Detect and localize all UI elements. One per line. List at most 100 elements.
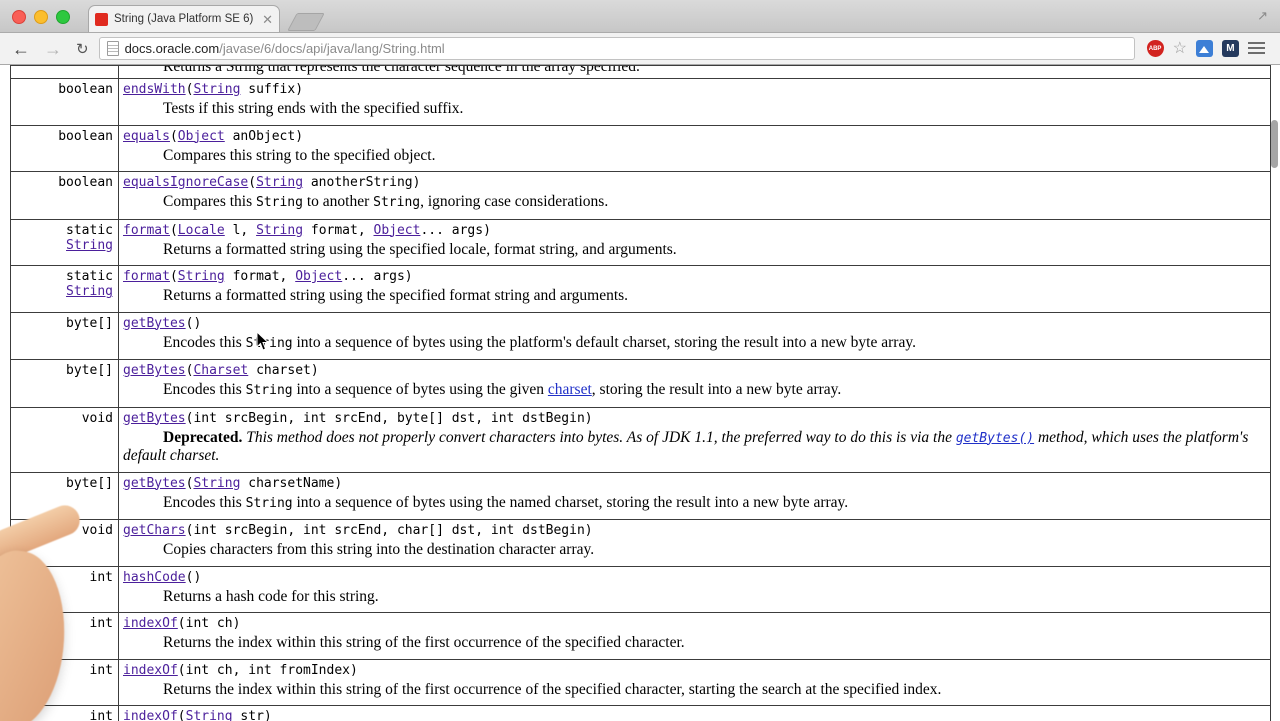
- text-segment: String: [373, 195, 420, 210]
- doc-link[interactable]: String: [256, 175, 303, 190]
- url-path: /javase/6/docs/api/java/lang/String.html: [219, 41, 444, 56]
- chrome-menu-icon[interactable]: [1248, 42, 1265, 55]
- minimize-window-button[interactable]: [34, 10, 48, 24]
- doc-link[interactable]: getBytes: [123, 316, 186, 331]
- doc-link[interactable]: indexOf: [123, 663, 178, 678]
- doc-link[interactable]: format: [123, 223, 170, 238]
- method-row: intindexOf(String str)Returns the index …: [11, 706, 1271, 721]
- tab-title: String (Java Platform SE 6): [114, 13, 256, 25]
- method-row: static Stringformat(String format, Objec…: [11, 266, 1271, 313]
- method-description: Copies characters from this string into …: [163, 541, 1264, 559]
- doc-link[interactable]: Charset: [193, 363, 248, 378]
- text-segment: str): [233, 709, 272, 721]
- text-segment: format,: [225, 269, 295, 284]
- text-segment: , ignoring case considerations.: [420, 193, 608, 210]
- text-segment: Encodes this: [163, 494, 246, 511]
- doc-link[interactable]: Object: [295, 269, 342, 284]
- adblock-icon[interactable]: ABP: [1147, 40, 1164, 57]
- bookmark-star-icon[interactable]: ☆: [1173, 41, 1187, 57]
- doc-link[interactable]: String: [186, 709, 233, 721]
- oracle-favicon-icon: [95, 13, 108, 26]
- method-summary-table: Returns a String that represents the cha…: [10, 65, 1271, 721]
- method-cell: indexOf(int ch, int fromIndex) Returns th…: [119, 659, 1271, 706]
- method-cell: getBytes(String charsetName)Encodes this…: [119, 472, 1271, 520]
- doc-link[interactable]: indexOf: [123, 616, 178, 631]
- text-segment: static: [66, 269, 121, 284]
- doc-link[interactable]: charset: [548, 381, 592, 398]
- doc-link[interactable]: getBytes: [123, 363, 186, 378]
- reload-button[interactable]: ↻: [72, 40, 93, 58]
- method-description: Compares this string to the specified ob…: [163, 147, 1264, 165]
- m-extension-icon[interactable]: M: [1222, 40, 1239, 57]
- method-signature: indexOf(int ch): [123, 615, 1264, 632]
- method-signature: getBytes(int srcBegin, int srcEnd, byte[…: [123, 410, 1264, 427]
- fullscreen-icon[interactable]: ↗: [1257, 8, 1268, 24]
- method-row: intindexOf(int ch, int fromIndex)Returns…: [11, 659, 1271, 706]
- text-segment: (: [178, 709, 186, 721]
- new-tab-button[interactable]: [287, 13, 325, 31]
- doc-link[interactable]: String: [178, 269, 225, 284]
- close-window-button[interactable]: [12, 10, 26, 24]
- method-cell: getChars(int srcBegin, int srcEnd, char[…: [119, 520, 1271, 567]
- text-segment: (: [170, 223, 178, 238]
- method-signature: getBytes(): [123, 315, 1264, 332]
- back-button[interactable]: ←: [8, 40, 34, 58]
- doc-link[interactable]: String: [193, 476, 240, 491]
- method-cell: Returns a String that represents the cha…: [119, 66, 1271, 79]
- text-segment: byte[]: [66, 316, 113, 331]
- method-description: Encodes this String into a sequence of b…: [163, 494, 1264, 513]
- text-segment: (int ch, int fromIndex): [178, 663, 358, 678]
- text-segment: boolean: [58, 82, 113, 97]
- text-segment: String: [246, 496, 293, 511]
- text-segment: boolean: [58, 129, 113, 144]
- text-segment: Compares this string to the specified ob…: [163, 147, 435, 164]
- return-type-cell: boolean: [11, 172, 119, 220]
- method-row: byte[]getBytes(String charsetName)Encode…: [11, 472, 1271, 520]
- return-type-cell: byte[]: [11, 360, 119, 408]
- doc-link[interactable]: getBytes(): [956, 431, 1034, 446]
- method-row-partial: Returns a String that represents the cha…: [11, 66, 1271, 79]
- text-segment: into a sequence of bytes using the named…: [293, 494, 849, 511]
- doc-link[interactable]: Locale: [178, 223, 225, 238]
- doc-link[interactable]: endsWith: [123, 82, 186, 97]
- doc-link[interactable]: Object: [178, 129, 225, 144]
- method-signature: equals(Object anObject): [123, 128, 1264, 145]
- doc-link[interactable]: String: [66, 284, 113, 299]
- doc-link[interactable]: format: [123, 269, 170, 284]
- tab-close-icon[interactable]: ✕: [262, 13, 273, 26]
- text-segment: into a sequence of bytes using the platf…: [293, 334, 916, 351]
- photos-extension-icon[interactable]: [1196, 40, 1213, 57]
- method-cell: format(String format, Object... args)Ret…: [119, 266, 1271, 313]
- text-segment: Returns a formatted string using the spe…: [163, 287, 628, 304]
- address-bar[interactable]: docs.oracle.com/javase/6/docs/api/java/l…: [99, 37, 1135, 60]
- doc-link[interactable]: equals: [123, 129, 170, 144]
- zoom-window-button[interactable]: [56, 10, 70, 24]
- doc-link[interactable]: Object: [374, 223, 421, 238]
- doc-link[interactable]: String: [66, 238, 113, 253]
- return-type-cell: boolean: [11, 79, 119, 126]
- doc-link[interactable]: String: [256, 223, 303, 238]
- text-segment: charsetName): [240, 476, 342, 491]
- text-segment: Returns the index within this string of …: [163, 681, 941, 698]
- text-segment: format,: [303, 223, 373, 238]
- text-segment: Encodes this: [163, 334, 246, 351]
- doc-link[interactable]: equalsIgnoreCase: [123, 175, 248, 190]
- text-segment: anotherString): [303, 175, 420, 190]
- method-row: booleanendsWith(String suffix)Tests if t…: [11, 79, 1271, 126]
- browser-tab[interactable]: String (Java Platform SE 6) ✕: [88, 5, 280, 32]
- doc-link[interactable]: getBytes: [123, 476, 186, 491]
- text-segment: static: [66, 223, 121, 238]
- forward-button[interactable]: →: [40, 40, 66, 58]
- text-segment: , storing the result into a new byte arr…: [592, 381, 842, 398]
- doc-link[interactable]: String: [193, 82, 240, 97]
- doc-link[interactable]: getBytes: [123, 411, 186, 426]
- doc-link[interactable]: hashCode: [123, 570, 186, 585]
- scrollbar-thumb[interactable]: [1271, 120, 1278, 168]
- text-segment: boolean: [58, 175, 113, 190]
- doc-link[interactable]: indexOf: [123, 709, 178, 721]
- method-description: Returns a String that represents the cha…: [163, 66, 1264, 76]
- text-segment: (int srcBegin, int srcEnd, byte[] dst, i…: [186, 411, 593, 426]
- method-signature: indexOf(String str): [123, 708, 1264, 721]
- doc-link[interactable]: getChars: [123, 523, 186, 538]
- traffic-lights: [12, 10, 70, 24]
